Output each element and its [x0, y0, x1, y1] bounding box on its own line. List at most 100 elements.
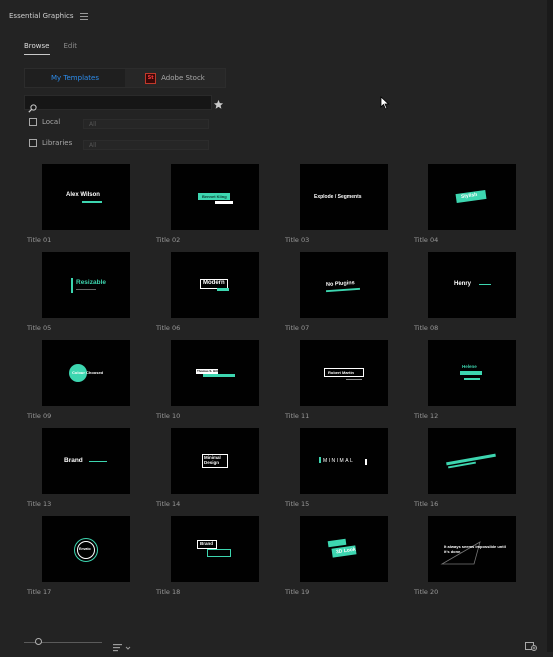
thumb-text: Henry [454, 281, 472, 287]
template-thumbnail[interactable]: Robert Martin [300, 340, 388, 406]
thumb-text: Envato [79, 547, 91, 551]
template-caption: Title 16 [414, 500, 439, 508]
panel-tabs: Browse Edit [24, 42, 77, 55]
template-caption: Title 18 [156, 588, 181, 596]
template-thumbnail[interactable]: Resizable [42, 252, 130, 318]
template-caption: Title 07 [285, 324, 310, 332]
template-caption: Title 19 [285, 588, 310, 596]
accent-bar [460, 371, 482, 375]
thumb-text: Thomas S. Hill [197, 369, 218, 373]
template-caption: Title 15 [285, 500, 310, 508]
template-caption: Title 20 [414, 588, 439, 596]
thumb-text: Robert Martin [328, 370, 354, 375]
local-select[interactable]: All [83, 119, 209, 129]
libraries-label: Libraries [42, 139, 73, 147]
favorites-star-icon[interactable] [213, 95, 224, 114]
thumb-text: Helene [462, 364, 477, 369]
template-thumbnail[interactable]: Modern [171, 252, 259, 318]
template-thumbnail[interactable]: Stylish [428, 164, 516, 230]
tab-edit[interactable]: Edit [64, 42, 78, 55]
panel-border [547, 0, 553, 652]
thumb-text: Bennet Kling [202, 194, 227, 199]
template-thumbnail[interactable]: Thomas S. Hill [171, 340, 259, 406]
accent-bar [464, 378, 480, 380]
tab-browse[interactable]: Browse [24, 42, 50, 55]
accent-bar [325, 287, 361, 293]
template-thumbnail[interactable]: 3D Look [300, 516, 388, 582]
thumb-text: Minimal Design [204, 455, 221, 465]
accent-bar [71, 278, 73, 293]
search-input[interactable] [24, 95, 212, 113]
template-thumbnail[interactable]: Brand [171, 516, 259, 582]
thumb-text: No Plugins [325, 280, 355, 288]
panel-menu-icon[interactable] [79, 12, 88, 20]
template-thumbnail[interactable]: Alex Wilson [42, 164, 130, 230]
template-caption: Title 04 [414, 236, 439, 244]
template-thumbnail[interactable]: Henry [428, 252, 516, 318]
thumb-text: MINIMAL [323, 458, 355, 464]
sort-icon[interactable] [113, 638, 135, 657]
template-thumbnail[interactable] [428, 428, 516, 494]
subtitle-line [76, 289, 96, 290]
template-thumbnail[interactable]: Brand [42, 428, 130, 494]
panel-header: Essential Graphics [9, 12, 88, 20]
libraries-checkbox[interactable] [29, 139, 37, 147]
template-caption: Title 03 [285, 236, 310, 244]
thumb-text: Colour Choosed [72, 370, 104, 375]
new-bin-icon[interactable] [525, 636, 537, 655]
template-caption: Title 10 [156, 412, 181, 420]
thumb-text: Modern [203, 280, 225, 286]
my-templates-label: My Templates [51, 74, 99, 82]
template-thumbnail[interactable]: Helene [428, 340, 516, 406]
thumb-text: Brand [200, 541, 214, 546]
template-caption: Title 13 [27, 500, 52, 508]
template-caption: Title 12 [414, 412, 439, 420]
template-thumbnail[interactable]: Envato [42, 516, 130, 582]
template-thumbnail[interactable]: No Plugins [300, 252, 388, 318]
accent-bar [217, 288, 229, 291]
template-caption: Title 11 [285, 412, 310, 420]
template-thumbnail[interactable]: Colour Choosed [42, 340, 130, 406]
template-caption: Title 14 [156, 500, 181, 508]
filter-local: Local [29, 118, 60, 126]
bracket-right [365, 459, 367, 465]
local-checkbox[interactable] [29, 118, 37, 126]
accent-bar [479, 284, 491, 285]
libraries-select[interactable]: All [83, 140, 209, 150]
thumb-text: It always seems impossible until it's do… [444, 544, 506, 554]
thumb-text: Resizable [76, 279, 106, 286]
search-icon [28, 98, 37, 117]
template-caption: Title 05 [27, 324, 52, 332]
local-label: Local [42, 118, 61, 126]
template-thumbnail[interactable]: It always seems impossible until it's do… [428, 516, 516, 582]
template-caption: Title 06 [156, 324, 181, 332]
template-caption: Title 02 [156, 236, 181, 244]
thumb-text: Alex Wilson [66, 192, 100, 198]
template-caption: Title 09 [27, 412, 52, 420]
template-thumbnail[interactable]: MINIMAL [300, 428, 388, 494]
template-thumbnail[interactable]: Minimal Design [171, 428, 259, 494]
accent-bar [203, 374, 235, 377]
accent-box [207, 549, 231, 557]
adobe-stock-label: Adobe Stock [161, 74, 205, 82]
template-caption: Title 08 [414, 324, 439, 332]
subtitle-line [346, 379, 362, 380]
panel-title: Essential Graphics [9, 12, 74, 20]
thumb-text: Explode / Segments [314, 194, 362, 200]
essential-graphics-panel: Essential Graphics Browse Edit My Templa… [0, 0, 553, 652]
bracket-left [319, 457, 321, 463]
source-toggle: My Templates St Adobe Stock [24, 68, 226, 88]
filter-libraries: Libraries [29, 139, 72, 147]
accent-bar [82, 201, 102, 203]
template-caption: Title 17 [27, 588, 52, 596]
template-caption: Title 01 [27, 236, 52, 244]
template-thumbnail[interactable]: Bennet Kling [171, 164, 259, 230]
accent-bar-white [215, 201, 233, 204]
thumbnail-size-slider[interactable] [35, 638, 42, 645]
thumb-text: Brand [64, 457, 83, 464]
accent-bar [89, 461, 107, 462]
mouse-cursor-icon [380, 95, 390, 114]
adobe-stock-button[interactable]: St Adobe Stock [125, 69, 225, 87]
template-thumbnail[interactable]: Explode / Segments [300, 164, 388, 230]
my-templates-button[interactable]: My Templates [25, 69, 125, 87]
